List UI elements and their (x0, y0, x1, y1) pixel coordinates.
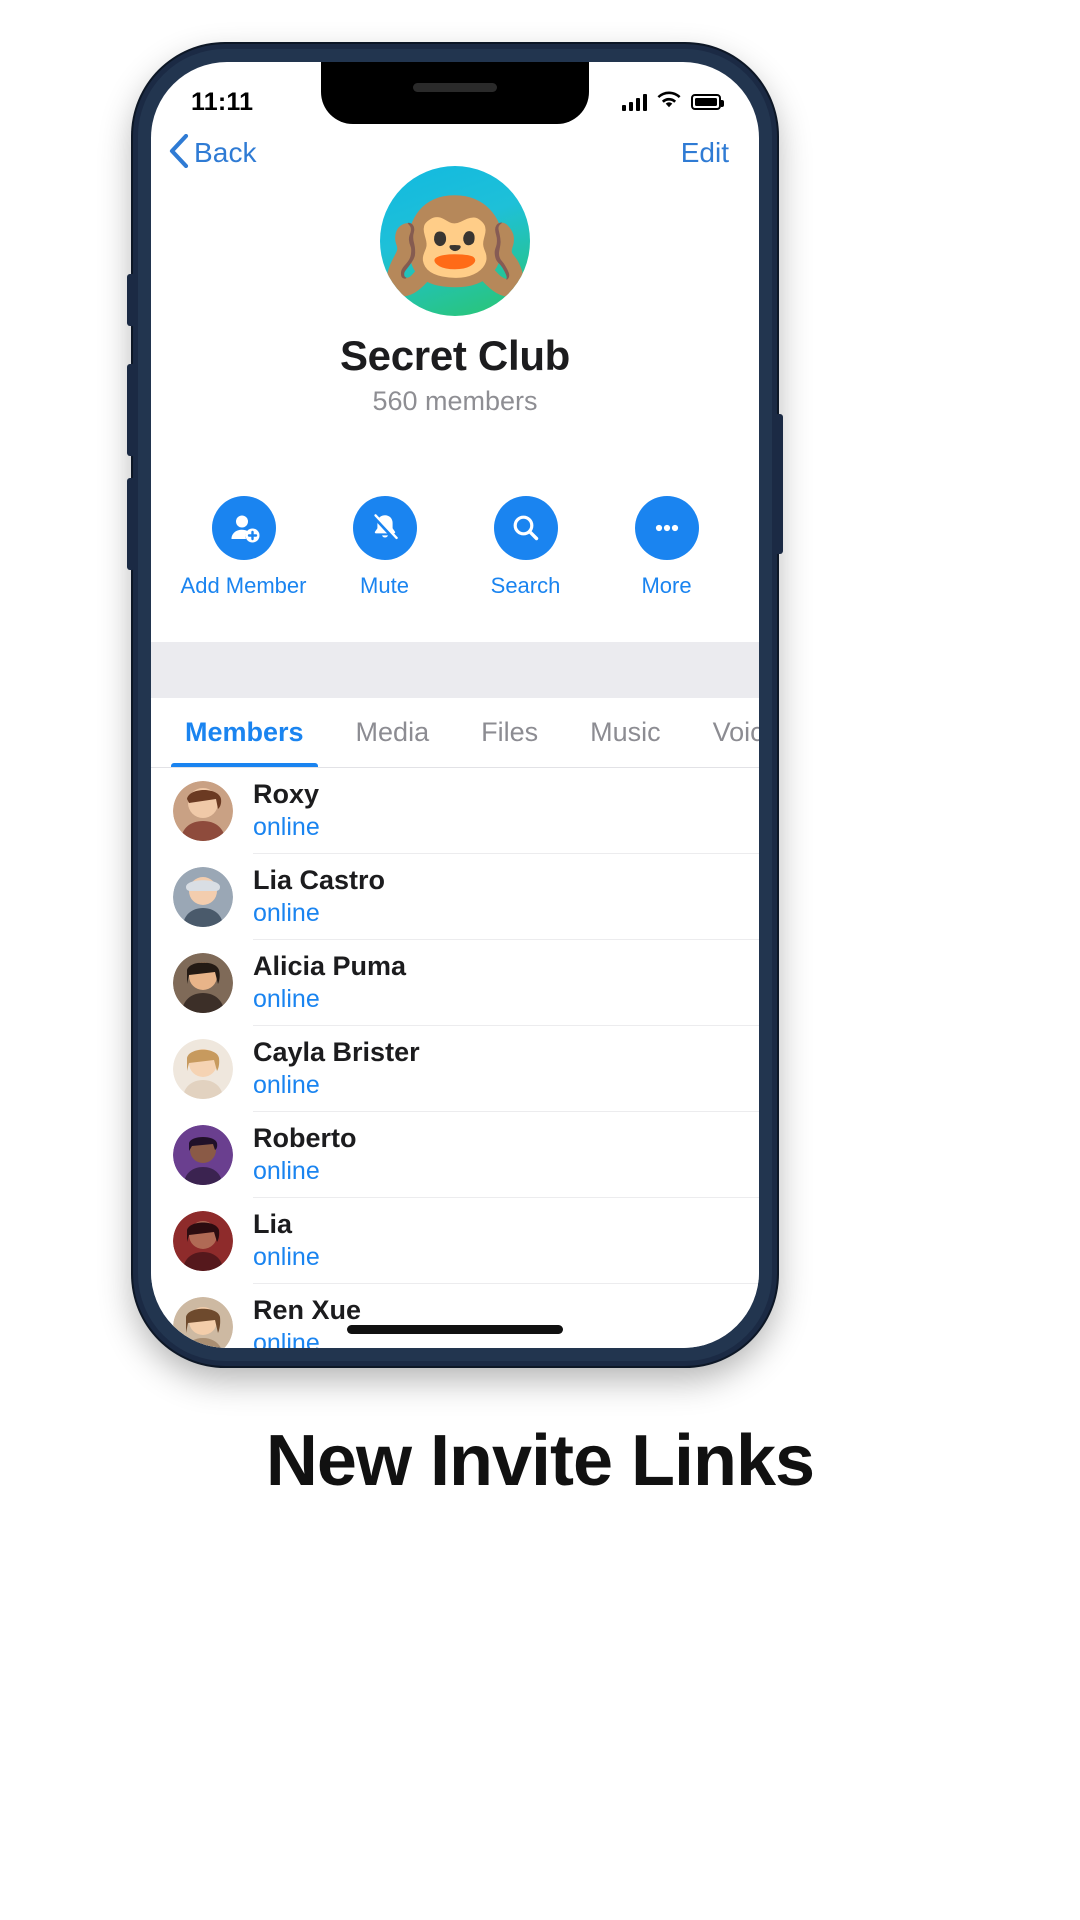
member-count-subtitle: 560 members (372, 386, 538, 416)
group-profile-header: 🙉 Secret Club 560 members (151, 166, 759, 417)
member-status: online (253, 899, 320, 927)
bell-slash-icon-circle (352, 496, 417, 560)
back-label: Back (194, 137, 257, 168)
member-status: online (253, 985, 320, 1013)
member-status: online (253, 1071, 320, 1099)
member-name: Alicia Puma (253, 951, 407, 981)
status-time: 11:11 (191, 87, 254, 116)
list-item[interactable]: Ren Xue online (151, 1284, 759, 1348)
caption-text: New Invite Links (265, 1421, 815, 1501)
edit-button[interactable]: Edit (681, 137, 733, 169)
magnifier-icon (513, 515, 538, 541)
list-item[interactable]: Alicia Puma online (151, 940, 759, 1026)
member-name: Roberto (253, 1123, 357, 1153)
list-item-texts: Ren Xue online (253, 1284, 759, 1348)
avatar (173, 1125, 233, 1185)
member-name: Lia (253, 1209, 293, 1239)
list-item-texts: Cayla Brister online (253, 1026, 759, 1112)
member-status: online (253, 1157, 320, 1185)
hear-no-evil-monkey-avatar[interactable]: 🙉 (380, 166, 530, 316)
member-list[interactable]: Roxy online Lia Castro online Alicia Pum… (151, 768, 759, 1348)
volume-up-button[interactable] (127, 364, 135, 456)
list-item-texts: Alicia Puma online (253, 940, 759, 1026)
wifi-icon (657, 91, 681, 114)
list-item[interactable]: Roberto online (151, 1112, 759, 1198)
chevron-left-icon (169, 133, 189, 173)
mute-button[interactable]: Mute (325, 496, 445, 599)
person-add-icon-circle (211, 496, 276, 560)
avatar (173, 953, 233, 1013)
member-name: Ren Xue (253, 1295, 362, 1325)
back-button[interactable]: Back (169, 133, 257, 173)
avatar (173, 867, 233, 927)
bell-slash-icon (371, 514, 398, 542)
power-button[interactable] (775, 414, 783, 554)
section-divider-band (151, 642, 759, 698)
content-tab-bar: Members Media Files Music Voice Links (151, 698, 759, 768)
volume-down-button[interactable] (127, 478, 135, 570)
search-label: Search (490, 573, 561, 598)
tab-members-label: Members (185, 717, 304, 747)
tab-media[interactable]: Media (330, 698, 456, 767)
tab-voice[interactable]: Voice (687, 698, 759, 767)
person-add-icon (231, 515, 259, 543)
tab-media-label: Media (355, 717, 430, 747)
member-status: online (253, 1243, 320, 1271)
member-name: Cayla Brister (253, 1037, 420, 1067)
member-name: Lia Castro (253, 865, 386, 895)
notch (321, 62, 589, 124)
list-item-texts: Lia Castro online (253, 854, 759, 940)
mute-label: Mute (360, 573, 409, 598)
avatar (173, 1039, 233, 1099)
list-item-texts: Lia online (253, 1198, 759, 1284)
more-label: More (641, 573, 692, 598)
list-item-texts: Roxy online (253, 768, 759, 854)
ellipsis-icon (655, 524, 678, 532)
tab-voice-label: Voice (712, 717, 759, 747)
avatar (173, 1297, 233, 1348)
avatar (173, 1211, 233, 1271)
more-button[interactable]: More (607, 496, 727, 599)
list-item[interactable]: Lia online (151, 1198, 759, 1284)
tab-music-label: Music (590, 717, 661, 747)
member-status: online (253, 813, 320, 841)
list-item[interactable]: Lia Castro online (151, 854, 759, 940)
page-title: Secret Club (339, 332, 571, 379)
ellipsis-icon-circle (634, 496, 699, 560)
status-icons (621, 91, 724, 114)
add-member-button[interactable]: Add Member (180, 496, 307, 599)
tab-files-label: Files (481, 717, 539, 747)
list-item[interactable]: Roxy online (151, 768, 759, 854)
tab-files[interactable]: Files (455, 698, 564, 767)
home-indicator[interactable] (347, 1325, 563, 1334)
phone-screen: 11:11 Back Edit � (151, 62, 759, 1348)
list-item-texts: Roberto online (253, 1112, 759, 1198)
avatar-emoji: 🙉 (381, 179, 529, 311)
tab-members[interactable]: Members (159, 698, 330, 767)
list-item[interactable]: Cayla Brister online (151, 1026, 759, 1112)
tab-music[interactable]: Music (564, 698, 687, 767)
nav-bar: Back Edit (151, 124, 759, 182)
battery-full-icon (691, 94, 724, 110)
magnifier-icon-circle (493, 496, 558, 560)
avatar (173, 781, 233, 841)
cellular-bars-icon (621, 93, 647, 111)
member-name: Roxy (253, 779, 320, 809)
mute-switch-button[interactable] (127, 274, 135, 326)
add-member-label: Add Member (180, 573, 307, 598)
earpiece-speaker (413, 83, 497, 92)
search-button[interactable]: Search (466, 496, 586, 599)
action-button-row: Add Member Mute Search More (151, 496, 759, 599)
